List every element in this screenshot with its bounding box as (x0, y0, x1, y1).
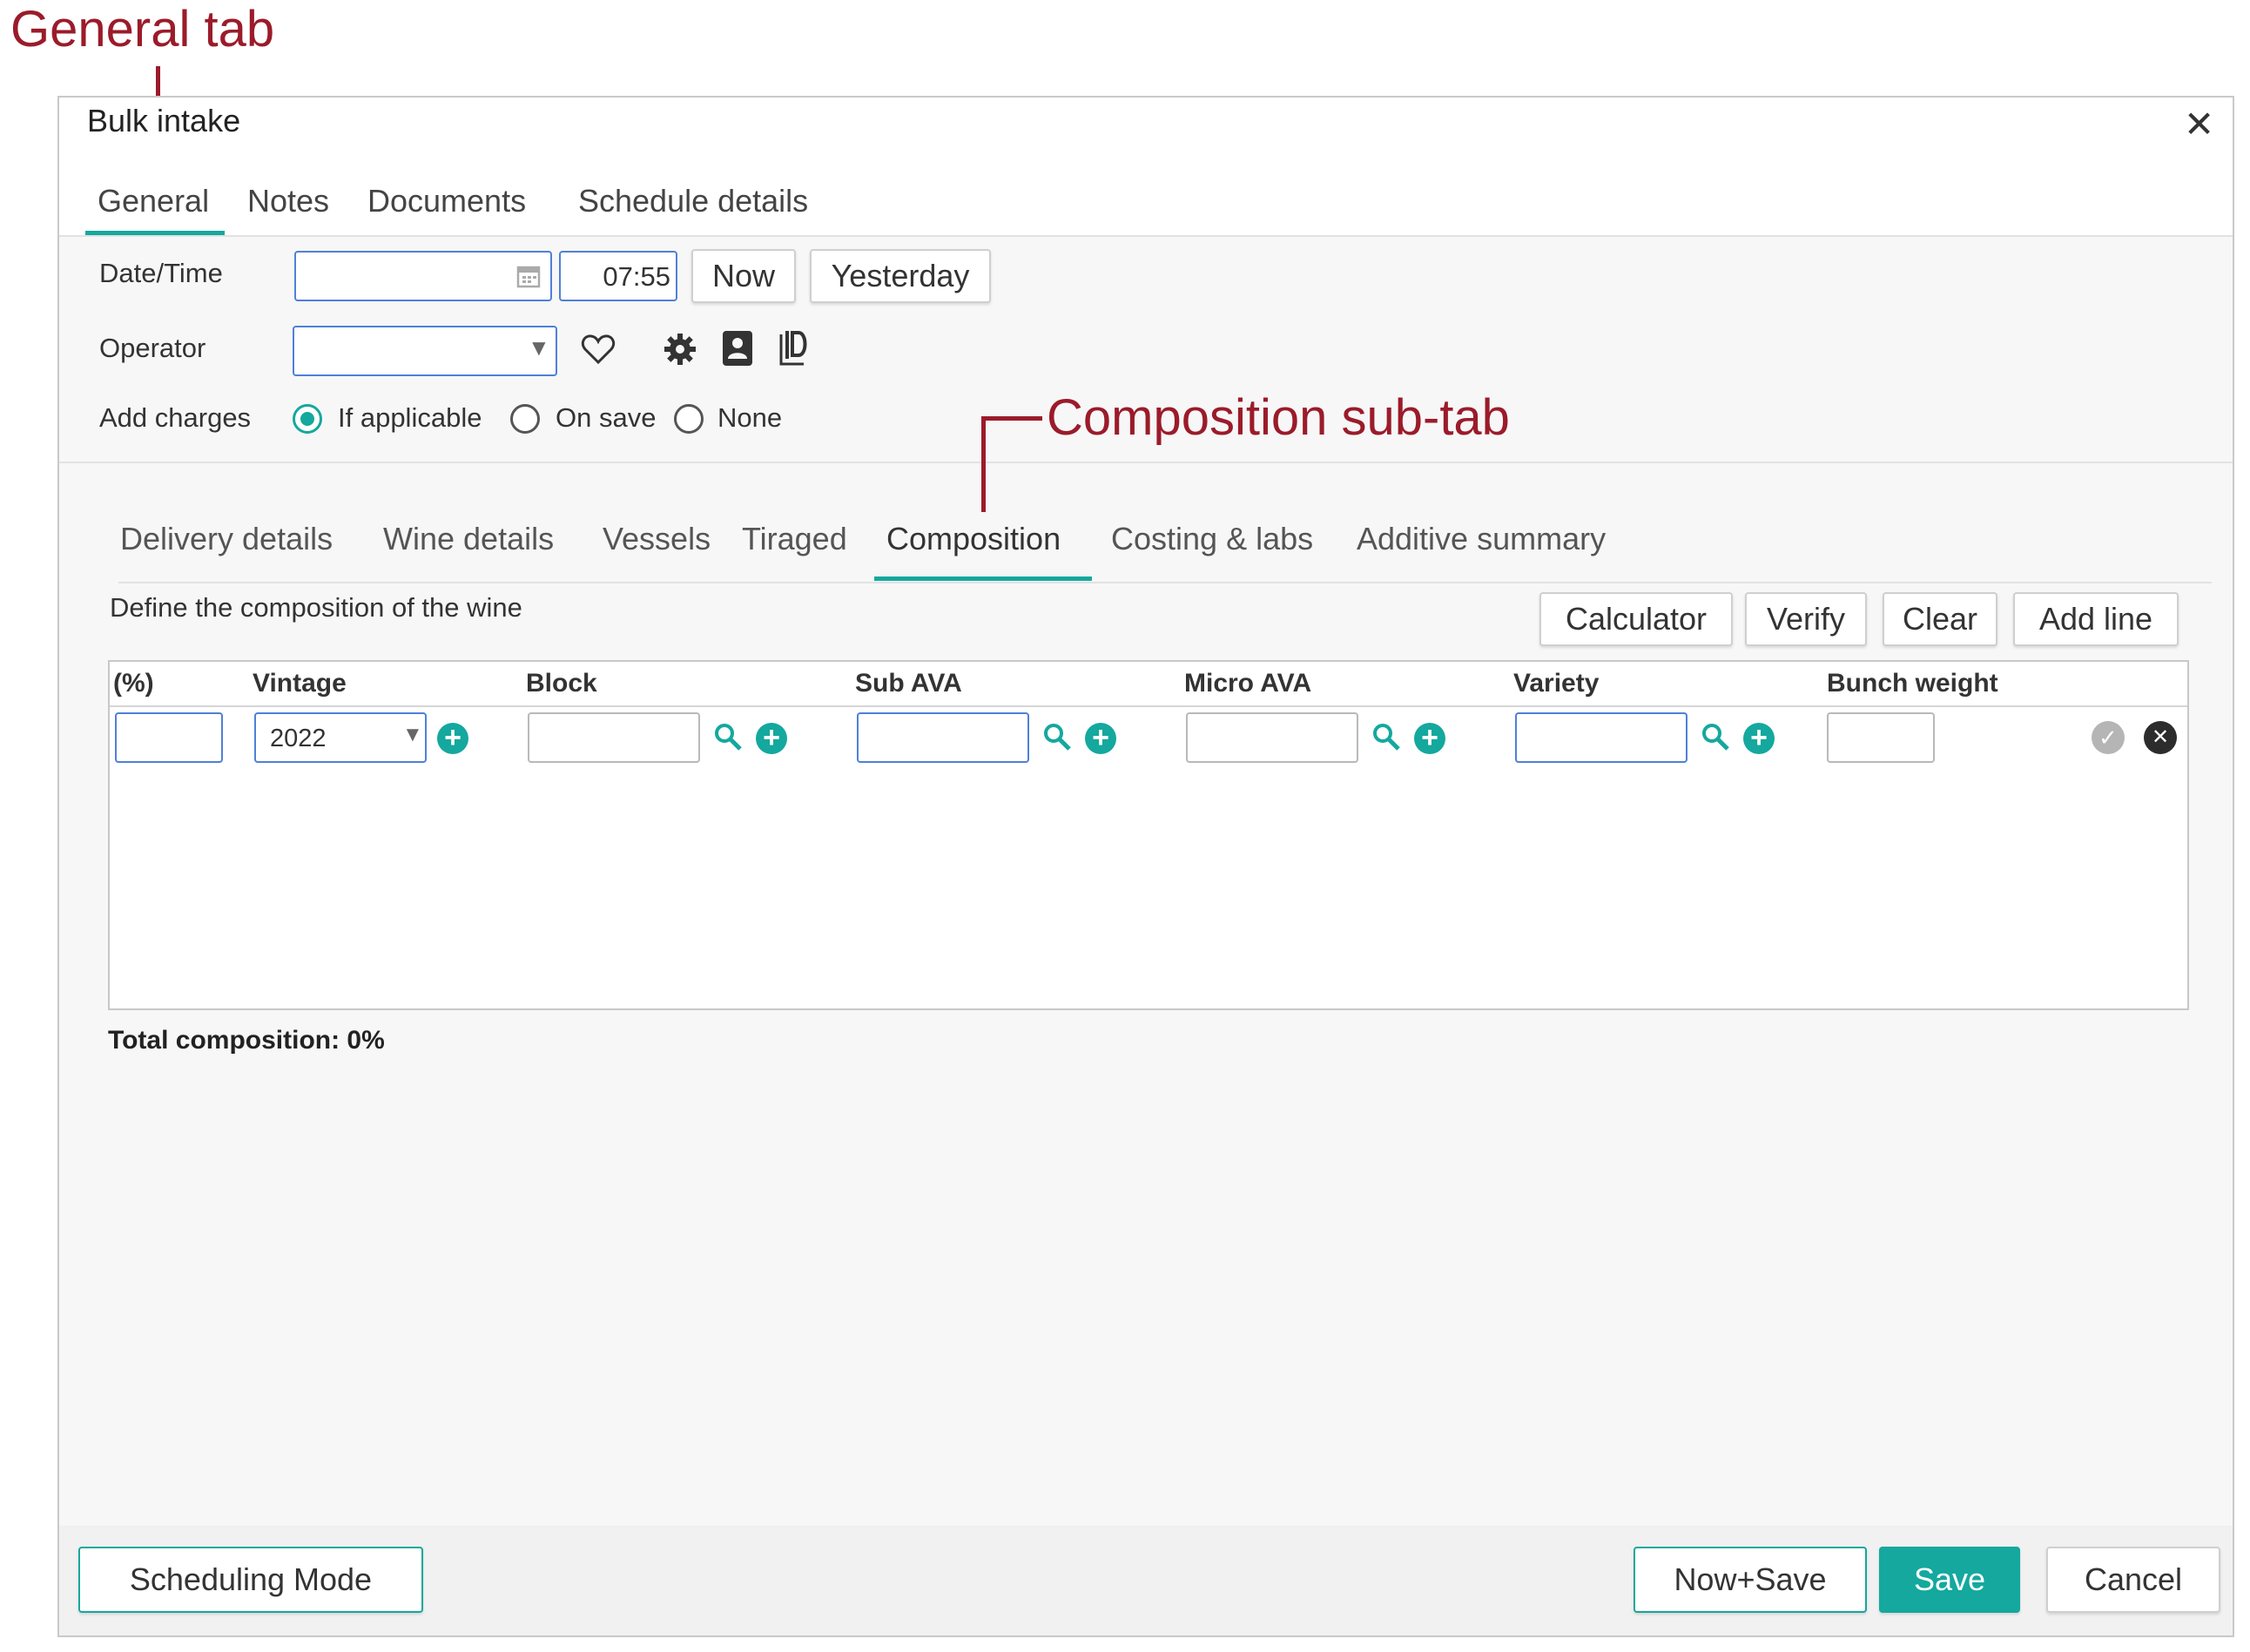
add-charges-label: Add charges (99, 402, 252, 433)
subtab-tiraged[interactable]: Tiraged (742, 521, 847, 557)
search-block-icon[interactable] (711, 719, 745, 754)
add-sub-ava-icon[interactable]: + (1085, 723, 1116, 754)
delete-row-icon[interactable]: ✕ (2144, 721, 2177, 754)
confirm-row-icon[interactable]: ✓ (2092, 721, 2125, 754)
contact-card-icon[interactable] (717, 327, 758, 369)
radio-none-label: None (717, 402, 783, 433)
radio-on-save[interactable] (510, 404, 540, 434)
variety-input[interactable] (1515, 712, 1688, 763)
search-sub-ava-icon[interactable] (1040, 719, 1074, 754)
composition-description: Define the composition of the wine (110, 592, 522, 623)
subtab-composition-underline (874, 577, 1092, 581)
composition-grid: (%) Vintage Block Sub AVA Micro AVA Vari… (108, 660, 2189, 1010)
operator-label: Operator (99, 333, 206, 363)
annotation-general-tab: General tab (10, 1, 275, 57)
radio-if-applicable-label: If applicable (338, 402, 482, 433)
heart-icon[interactable] (578, 329, 618, 369)
time-input[interactable]: 07:55 (559, 251, 677, 301)
date-input[interactable] (294, 251, 552, 301)
col-header-block: Block (526, 669, 597, 698)
subtab-vessels[interactable]: Vessels (603, 521, 711, 557)
vintage-value: 2022 (270, 725, 327, 752)
clear-button[interactable]: Clear (1883, 592, 1997, 646)
now-save-button[interactable]: Now+Save (1634, 1547, 1867, 1613)
tab-general-underline (85, 231, 225, 235)
dialog-footer: Scheduling Mode Now+Save Save Cancel (59, 1526, 2233, 1635)
add-block-icon[interactable]: + (756, 723, 787, 754)
close-icon[interactable]: ✕ (2184, 103, 2214, 145)
section-divider (59, 462, 2233, 463)
id-document-icon[interactable] (775, 327, 815, 369)
calendar-icon[interactable] (514, 261, 543, 291)
subtab-wine-details[interactable]: Wine details (383, 521, 554, 557)
cancel-button[interactable]: Cancel (2046, 1547, 2220, 1613)
tab-notes[interactable]: Notes (247, 183, 329, 219)
bunch-weight-input[interactable] (1827, 712, 1935, 763)
verify-button[interactable]: Verify (1745, 592, 1867, 646)
search-micro-ava-icon[interactable] (1369, 719, 1404, 754)
sub-tabs: Delivery details Wine details Vessels Ti… (118, 521, 2212, 583)
col-header-vintage: Vintage (253, 669, 347, 698)
yesterday-button[interactable]: Yesterday (810, 249, 991, 303)
subtab-delivery-details[interactable]: Delivery details (120, 521, 333, 557)
add-vintage-icon[interactable]: + (437, 723, 468, 754)
chevron-down-icon: ▼ (528, 334, 550, 361)
tab-general[interactable]: General (98, 183, 209, 219)
block-input[interactable] (528, 712, 700, 763)
dialog-title: Bulk intake (87, 103, 241, 138)
col-header-bunch-weight: Bunch weight (1827, 669, 1998, 698)
add-micro-ava-icon[interactable]: + (1414, 723, 1445, 754)
col-header-sub-ava: Sub AVA (855, 669, 962, 698)
add-line-button[interactable]: Add line (2013, 592, 2179, 646)
add-variety-icon[interactable]: + (1743, 723, 1775, 754)
table-row: 2022 ▼ + + + + + ✓ ✕ (110, 707, 2187, 770)
gear-icon[interactable] (660, 329, 700, 369)
annotation-composition-sub-tab: Composition sub-tab (1047, 389, 1510, 446)
subtab-composition[interactable]: Composition (886, 521, 1061, 557)
bulk-intake-dialog: Bulk intake ✕ General Notes Documents Sc… (57, 96, 2234, 1637)
operator-select[interactable]: ▼ (293, 326, 557, 376)
main-tabs: General Notes Documents Schedule details (59, 150, 2233, 237)
chevron-down-icon: ▼ (402, 723, 423, 746)
scheduling-mode-button[interactable]: Scheduling Mode (78, 1547, 423, 1613)
micro-ava-input[interactable] (1186, 712, 1358, 763)
annotation-composition-pointer-vertical (981, 416, 986, 512)
tab-schedule-details[interactable]: Schedule details (578, 183, 808, 219)
vintage-select[interactable]: 2022 ▼ (254, 712, 427, 763)
total-composition: Total composition: 0% (108, 1026, 385, 1055)
subtab-additive-summary[interactable]: Additive summary (1357, 521, 1606, 557)
tab-documents[interactable]: Documents (367, 183, 526, 219)
radio-none[interactable] (674, 404, 704, 434)
radio-on-save-label: On save (556, 402, 657, 433)
sub-ava-input[interactable] (857, 712, 1029, 763)
search-variety-icon[interactable] (1698, 719, 1733, 754)
col-header-micro-ava: Micro AVA (1184, 669, 1312, 698)
subtab-costing-labs[interactable]: Costing & labs (1111, 521, 1313, 557)
col-header-variety: Variety (1513, 669, 1600, 698)
now-button[interactable]: Now (691, 249, 796, 303)
save-button[interactable]: Save (1879, 1547, 2020, 1613)
dialog-titlebar: Bulk intake ✕ (59, 98, 2233, 150)
calculator-button[interactable]: Calculator (1539, 592, 1733, 646)
annotation-composition-pointer-horizontal (981, 416, 1042, 421)
datetime-label: Date/Time (99, 258, 223, 288)
percent-input[interactable] (115, 712, 223, 763)
col-header-percent: (%) (113, 669, 154, 698)
radio-if-applicable[interactable] (293, 404, 322, 434)
